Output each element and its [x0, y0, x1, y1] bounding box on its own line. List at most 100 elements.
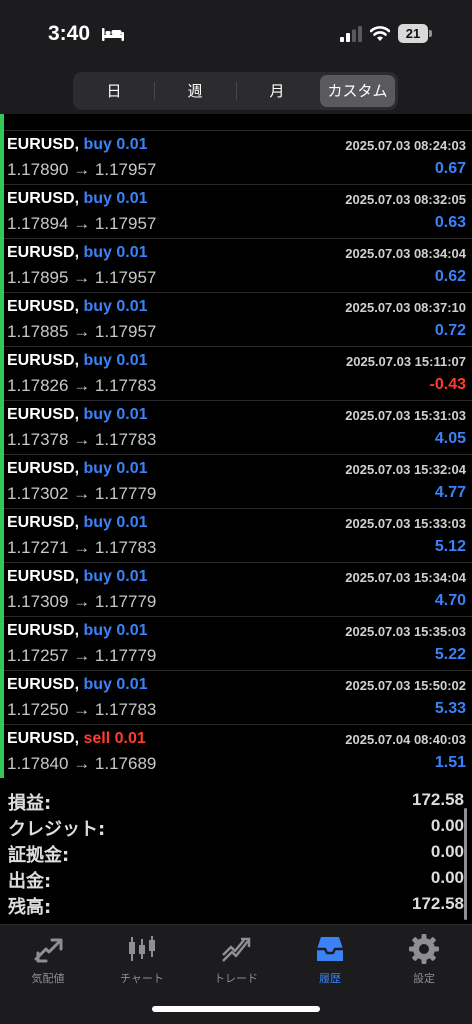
- deal-prices: 1.17894 → 1.17957: [7, 214, 156, 234]
- deal-prices: 1.17895 → 1.17957: [7, 268, 156, 288]
- deal-side: buy 0.01: [83, 190, 148, 207]
- home-indicator[interactable]: [152, 1006, 320, 1012]
- deal-time: 2025.07.03 15:34:04: [345, 570, 466, 585]
- history-row[interactable]: EURUSD, buy 0.01 2025.07.03 15:35:03 1.1…: [0, 617, 472, 671]
- deal-open-price: 1.17894: [7, 214, 69, 233]
- tab-label: トレード: [214, 972, 258, 985]
- summary-label: 出金:: [8, 871, 52, 892]
- tab-label: チャート: [120, 972, 164, 985]
- period-tab-day[interactable]: 日: [76, 75, 152, 107]
- tab-settings[interactable]: 設定: [377, 931, 471, 991]
- history-row[interactable]: EURUSD, buy 0.01 2025.07.03 15:50:02 1.1…: [0, 671, 472, 725]
- deal-profit: 1.51: [434, 754, 466, 771]
- wifi-icon: [370, 26, 390, 41]
- history-row[interactable]: EURUSD, buy 0.01 2025.07.03 08:24:03 1.1…: [0, 131, 472, 185]
- signal-icon: [340, 26, 362, 42]
- summary-row-deposit: 証拠金: 0.00: [0, 841, 472, 867]
- history-row[interactable]: EURUSD, buy 0.01 2025.07.03 15:11:07 1.1…: [0, 347, 472, 401]
- history-list[interactable]: EURUSD, buy 0.01 2025.07.03 08:24:03 1.1…: [0, 114, 472, 778]
- period-tab-month[interactable]: 月: [238, 75, 316, 107]
- summary-row-profit: 損益: 172.58: [0, 789, 472, 815]
- deal-close-price: 1.17783: [94, 700, 157, 719]
- tab-trade[interactable]: トレード: [189, 931, 283, 991]
- deal-symbol-line: EURUSD, buy 0.01: [7, 244, 148, 262]
- deal-close-price: 1.17783: [94, 538, 157, 557]
- summary-value: 0.00: [430, 816, 464, 835]
- deal-side: buy 0.01: [83, 676, 148, 693]
- deal-symbol: EURUSD,: [7, 190, 80, 207]
- deal-symbol: EURUSD,: [7, 460, 80, 477]
- deal-profit: 4.77: [434, 484, 466, 501]
- deal-side: buy 0.01: [83, 460, 148, 477]
- period-tab-week[interactable]: 週: [156, 75, 234, 107]
- deal-profit: 5.12: [434, 538, 466, 555]
- deal-profit: 0.67: [434, 160, 466, 177]
- summary-value: 172.58: [412, 894, 464, 913]
- deal-prices: 1.17840 → 1.17689: [7, 754, 156, 774]
- tab-label: 履歴: [319, 972, 341, 985]
- deal-time: 2025.07.03 15:32:04: [345, 462, 466, 477]
- deal-symbol-line: EURUSD, buy 0.01: [7, 190, 148, 208]
- history-row[interactable]: EURUSD, buy 0.01 2025.07.03 08:34:04 1.1…: [0, 239, 472, 293]
- deal-time: 2025.07.03 08:37:10: [345, 300, 466, 315]
- deal-profit: 5.33: [434, 700, 466, 717]
- bed-icon: [102, 28, 124, 41]
- deal-symbol: EURUSD,: [7, 514, 80, 531]
- history-row[interactable]: EURUSD, buy 0.01 2025.07.03 08:32:05 1.1…: [0, 185, 472, 239]
- trade-icon: [222, 937, 251, 962]
- history-row[interactable]: EURUSD, buy 0.01 2025.07.03 15:34:04 1.1…: [0, 563, 472, 617]
- arrow-icon: →: [73, 538, 91, 557]
- deal-profit: 4.70: [434, 592, 466, 609]
- deal-time: 2025.07.03 08:34:04: [345, 246, 466, 261]
- status-bar: 3:40 21: [0, 0, 472, 68]
- deal-side: buy 0.01: [83, 298, 148, 315]
- deal-symbol-line: EURUSD, buy 0.01: [7, 622, 148, 640]
- deal-symbol-line: EURUSD, sell 0.01: [7, 730, 146, 748]
- deal-side: sell 0.01: [83, 730, 146, 747]
- arrow-icon: →: [73, 268, 91, 287]
- history-row[interactable]: EURUSD, sell 0.01 2025.07.04 08:40:03 1.…: [0, 725, 472, 778]
- deal-side: buy 0.01: [83, 406, 148, 423]
- arrow-icon: →: [73, 376, 91, 395]
- deal-prices: 1.17885 → 1.17957: [7, 322, 156, 342]
- deal-symbol: EURUSD,: [7, 622, 80, 639]
- deal-open-price: 1.17895: [7, 268, 69, 287]
- scrollbar[interactable]: [464, 808, 467, 920]
- deal-side: buy 0.01: [83, 136, 148, 153]
- history-row-partial[interactable]: [0, 114, 472, 131]
- deal-prices: 1.17378 → 1.17783: [7, 430, 156, 450]
- arrow-icon: →: [73, 700, 91, 719]
- deal-symbol-line: EURUSD, buy 0.01: [7, 460, 148, 478]
- deal-profit: 0.63: [434, 214, 466, 231]
- deal-open-price: 1.17378: [7, 430, 69, 449]
- history-row[interactable]: EURUSD, buy 0.01 2025.07.03 15:33:03 1.1…: [0, 509, 472, 563]
- deal-symbol: EURUSD,: [7, 298, 80, 315]
- deal-time: 2025.07.03 15:11:07: [346, 354, 466, 369]
- history-row[interactable]: EURUSD, buy 0.01 2025.07.03 15:31:03 1.1…: [0, 401, 472, 455]
- deal-symbol-line: EURUSD, buy 0.01: [7, 568, 148, 586]
- deal-open-price: 1.17271: [7, 538, 69, 557]
- deal-symbol: EURUSD,: [7, 136, 80, 153]
- settings-icon: [409, 934, 439, 964]
- deal-open-price: 1.17826: [7, 376, 69, 395]
- deal-time: 2025.07.04 08:40:03: [345, 732, 466, 747]
- deal-time: 2025.07.03 15:31:03: [345, 408, 466, 423]
- tab-chart[interactable]: チャート: [95, 931, 189, 991]
- deal-time: 2025.07.03 15:33:03: [345, 516, 466, 531]
- deal-close-price: 1.17957: [94, 214, 157, 233]
- tab-history[interactable]: 履歴: [283, 931, 377, 991]
- history-row[interactable]: EURUSD, buy 0.01 2025.07.03 15:32:04 1.1…: [0, 455, 472, 509]
- deal-symbol-line: EURUSD, buy 0.01: [7, 298, 148, 316]
- deal-profit: 4.05: [434, 430, 466, 447]
- deal-time: 2025.07.03 15:35:03: [345, 624, 466, 639]
- arrow-icon: →: [73, 322, 91, 341]
- tab-quotes[interactable]: 気配値: [1, 931, 95, 991]
- deal-close-price: 1.17783: [94, 376, 157, 395]
- deal-symbol: EURUSD,: [7, 676, 80, 693]
- period-tab-custom[interactable]: カスタム: [320, 75, 395, 107]
- deal-prices: 1.17890 → 1.17957: [7, 160, 156, 180]
- deal-symbol: EURUSD,: [7, 352, 80, 369]
- battery-level: 21: [405, 26, 421, 41]
- history-row[interactable]: EURUSD, buy 0.01 2025.07.03 08:37:10 1.1…: [0, 293, 472, 347]
- deal-close-price: 1.17783: [94, 430, 157, 449]
